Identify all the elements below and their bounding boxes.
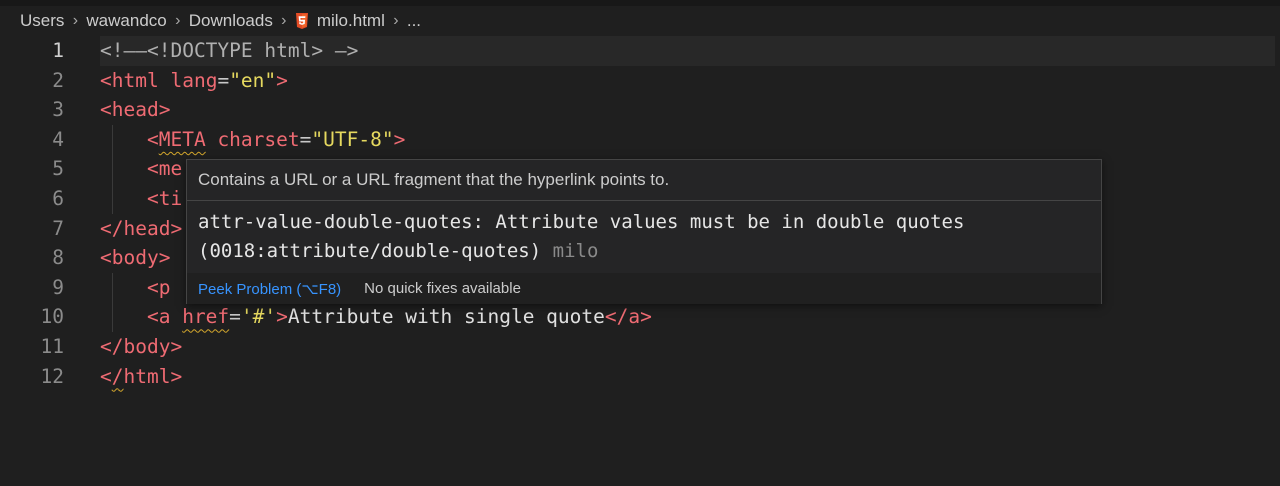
line-number: 3 bbox=[52, 98, 64, 122]
line-number: 6 bbox=[52, 187, 64, 210]
code-token: = bbox=[217, 68, 230, 92]
title-bar-strip bbox=[0, 0, 1280, 6]
code-token: / bbox=[111, 364, 124, 388]
code-token: "en" bbox=[229, 68, 277, 92]
code-token: <!— bbox=[100, 39, 136, 62]
breadcrumb-symbols[interactable]: ... bbox=[407, 11, 421, 31]
breadcrumb-file[interactable]: milo.html bbox=[317, 11, 385, 31]
chevron-right-icon: › bbox=[72, 12, 79, 29]
code-token: html bbox=[111, 68, 159, 92]
code-token: <a bbox=[146, 305, 171, 329]
no-quick-fixes-label: No quick fixes available bbox=[364, 280, 521, 297]
problem-message: attr-value-double-quotes: Attribute valu… bbox=[198, 208, 964, 266]
line-number: 10 bbox=[40, 305, 64, 329]
code-token: </body> bbox=[100, 335, 183, 358]
line-content: </body> bbox=[100, 332, 1275, 362]
code-token: </head> bbox=[100, 216, 183, 240]
code-line[interactable]: 1 <!——<!DOCTYPE html> —> bbox=[0, 36, 1280, 66]
line-content: <html lang="en"> bbox=[100, 66, 1275, 96]
code-token: href bbox=[182, 305, 230, 329]
code-token: < bbox=[100, 364, 112, 388]
peek-problem-link[interactable]: Peek Problem (⌥F8) bbox=[198, 280, 341, 298]
code-token: <ti bbox=[146, 187, 183, 210]
html5-file-icon bbox=[295, 13, 308, 29]
code-token: <body> bbox=[100, 246, 171, 270]
code-token: > bbox=[393, 127, 406, 151]
code-line[interactable]: 3 <head> bbox=[0, 95, 1280, 125]
code-token: <!DOCTYPE html> bbox=[146, 39, 335, 62]
hover-divider bbox=[187, 200, 1101, 201]
line-number: 12 bbox=[40, 364, 64, 388]
code-token: "UTF-8" bbox=[311, 127, 394, 151]
line-content: <head> bbox=[100, 95, 1275, 125]
chevron-right-icon: › bbox=[393, 12, 399, 29]
line-content: <META charset="UTF-8"> bbox=[100, 125, 1275, 155]
code-token: < bbox=[146, 127, 159, 151]
code-token: = bbox=[229, 305, 241, 329]
line-content: <!——<!DOCTYPE html> —> bbox=[100, 36, 1275, 66]
code-token: > bbox=[276, 305, 288, 329]
line-content: <a href='#'>Attribute with single quote<… bbox=[100, 302, 1275, 332]
code-line[interactable]: 4 <META charset="UTF-8"> bbox=[0, 125, 1280, 155]
code-line[interactable]: 2 <html lang="en"> bbox=[0, 66, 1280, 96]
breadcrumb-users[interactable]: Users bbox=[20, 11, 64, 31]
code-token: < bbox=[100, 68, 112, 92]
code-token: <head> bbox=[100, 98, 171, 122]
code-token: </a> bbox=[604, 305, 652, 329]
line-number: 2 bbox=[52, 68, 64, 92]
line-number: 11 bbox=[40, 335, 64, 358]
code-token: <me bbox=[146, 157, 183, 181]
line-number: 5 bbox=[52, 157, 64, 181]
code-line[interactable]: 11 </body> bbox=[0, 332, 1280, 362]
line-number: 9 bbox=[52, 275, 64, 299]
chevron-right-icon: › bbox=[175, 12, 181, 29]
hover-widget: Contains a URL or a URL fragment that th… bbox=[186, 159, 1102, 304]
code-token: lang bbox=[170, 68, 218, 92]
hover-documentation: Contains a URL or a URL fragment that th… bbox=[198, 170, 670, 189]
chevron-right-icon: › bbox=[281, 12, 287, 29]
code-token: <p bbox=[146, 275, 171, 299]
code-line[interactable]: 10 <a href='#'>Attribute with single quo… bbox=[0, 302, 1280, 332]
code-token: html> bbox=[123, 364, 183, 388]
code-token: Attribute with single quote bbox=[287, 305, 605, 329]
code-token: charset bbox=[217, 127, 300, 151]
breadcrumb-wawandco[interactable]: wawandco bbox=[86, 11, 166, 31]
line-number: 7 bbox=[52, 216, 64, 240]
code-line[interactable]: 12 </html> bbox=[0, 362, 1280, 392]
problem-source: milo bbox=[552, 240, 599, 262]
code-token: > bbox=[276, 68, 288, 92]
line-content: </html> bbox=[100, 362, 1275, 392]
line-number: 4 bbox=[52, 127, 64, 151]
code-token: META bbox=[158, 127, 206, 151]
hover-status-bar: Peek Problem (⌥F8) No quick fixes availa… bbox=[187, 273, 1101, 304]
code-token: —> bbox=[334, 39, 359, 62]
code-token: = bbox=[299, 127, 312, 151]
code-token: — bbox=[135, 39, 147, 62]
breadcrumb-downloads[interactable]: Downloads bbox=[189, 11, 273, 31]
line-number: 8 bbox=[52, 246, 64, 270]
problem-code: (0018:attribute/double-quotes) bbox=[198, 240, 542, 262]
code-token: '#' bbox=[240, 305, 277, 329]
problem-message-line1: attr-value-double-quotes: Attribute valu… bbox=[198, 211, 965, 233]
breadcrumb: Users › wawandco › Downloads › milo.html… bbox=[20, 9, 421, 33]
line-number: 1 bbox=[52, 39, 64, 62]
